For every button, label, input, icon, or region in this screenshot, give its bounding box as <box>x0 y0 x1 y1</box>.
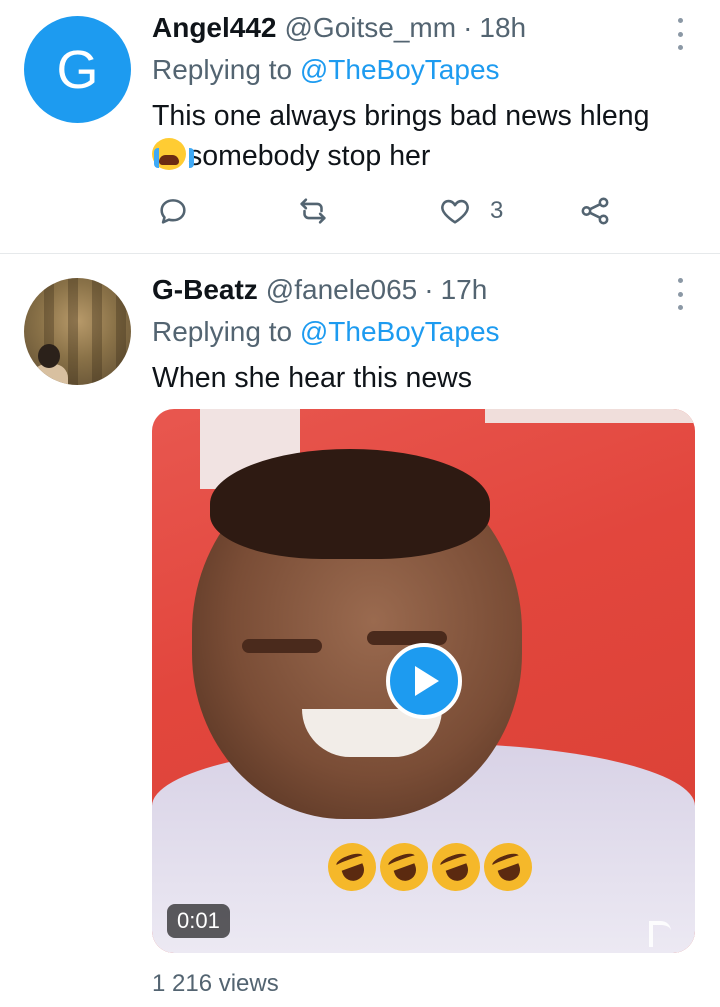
more-options-icon[interactable] <box>674 18 686 50</box>
avatar[interactable] <box>24 278 131 385</box>
tiktok-logo-icon <box>649 921 671 947</box>
share-icon <box>581 197 609 225</box>
display-name[interactable]: Angel442 <box>152 12 277 44</box>
tweet-header: Angel442 @Goitse_mm · 18h <box>152 12 526 44</box>
separator-dot: · <box>424 274 434 305</box>
replying-prefix: Replying to <box>152 54 293 85</box>
avatar[interactable]: G <box>24 16 131 123</box>
laughing-face-emoji-icon <box>373 836 435 898</box>
timestamp[interactable]: 18h <box>479 12 526 44</box>
tweet-actions: 3 <box>152 194 622 234</box>
like-button[interactable]: 3 <box>438 194 503 228</box>
display-name[interactable]: G-Beatz <box>152 274 258 306</box>
play-button[interactable] <box>386 643 462 719</box>
laughing-face-emoji-icon <box>477 836 539 898</box>
play-icon <box>415 666 439 696</box>
video-player[interactable]: 0:01 <box>152 409 695 953</box>
tweet-text: This one always brings bad news hleng so… <box>152 96 692 176</box>
tweet-header: G-Beatz @fanele065 · 17h <box>152 274 487 306</box>
tweet-text-line: somebody stop her <box>152 136 692 176</box>
share-button[interactable] <box>578 194 612 228</box>
view-count: 1 216 views <box>152 970 279 997</box>
retweet-button[interactable] <box>296 194 330 228</box>
separator-dot: · <box>463 12 473 43</box>
reply-button[interactable] <box>156 194 190 228</box>
laughing-face-emoji-icon <box>425 836 487 898</box>
video-duration: 0:01 <box>167 904 230 938</box>
laughing-face-emoji-icon <box>321 836 383 898</box>
user-handle[interactable]: @fanele065 <box>266 274 417 306</box>
crying-face-emoji-icon <box>152 138 194 170</box>
heart-icon <box>441 199 469 224</box>
tweet-text: When she hear this news <box>152 362 472 394</box>
avatar-letter: G <box>56 39 99 100</box>
overlay-emojis <box>321 836 539 898</box>
replying-to-link[interactable]: @TheBoyTapes <box>300 54 500 85</box>
replying-to: Replying to @TheBoyTapes <box>152 316 500 348</box>
tweet-g-beatz[interactable]: G-Beatz @fanele065 · 17h Replying to @Th… <box>0 254 720 1007</box>
like-count: 3 <box>490 197 504 224</box>
tweet-text-line: This one always brings bad news hleng <box>152 100 650 132</box>
reply-icon <box>160 199 186 224</box>
tweet-angel442[interactable]: G Angel442 @Goitse_mm · 18h Replying to … <box>0 0 720 254</box>
replying-prefix: Replying to <box>152 316 293 347</box>
timestamp[interactable]: 17h <box>441 274 488 306</box>
user-handle[interactable]: @Goitse_mm <box>285 12 457 44</box>
tweet-text-continued: somebody stop her <box>188 140 431 172</box>
more-options-icon[interactable] <box>674 278 686 310</box>
replying-to-link[interactable]: @TheBoyTapes <box>300 316 500 347</box>
replying-to: Replying to @TheBoyTapes <box>152 54 500 86</box>
retweet-icon <box>300 198 326 224</box>
